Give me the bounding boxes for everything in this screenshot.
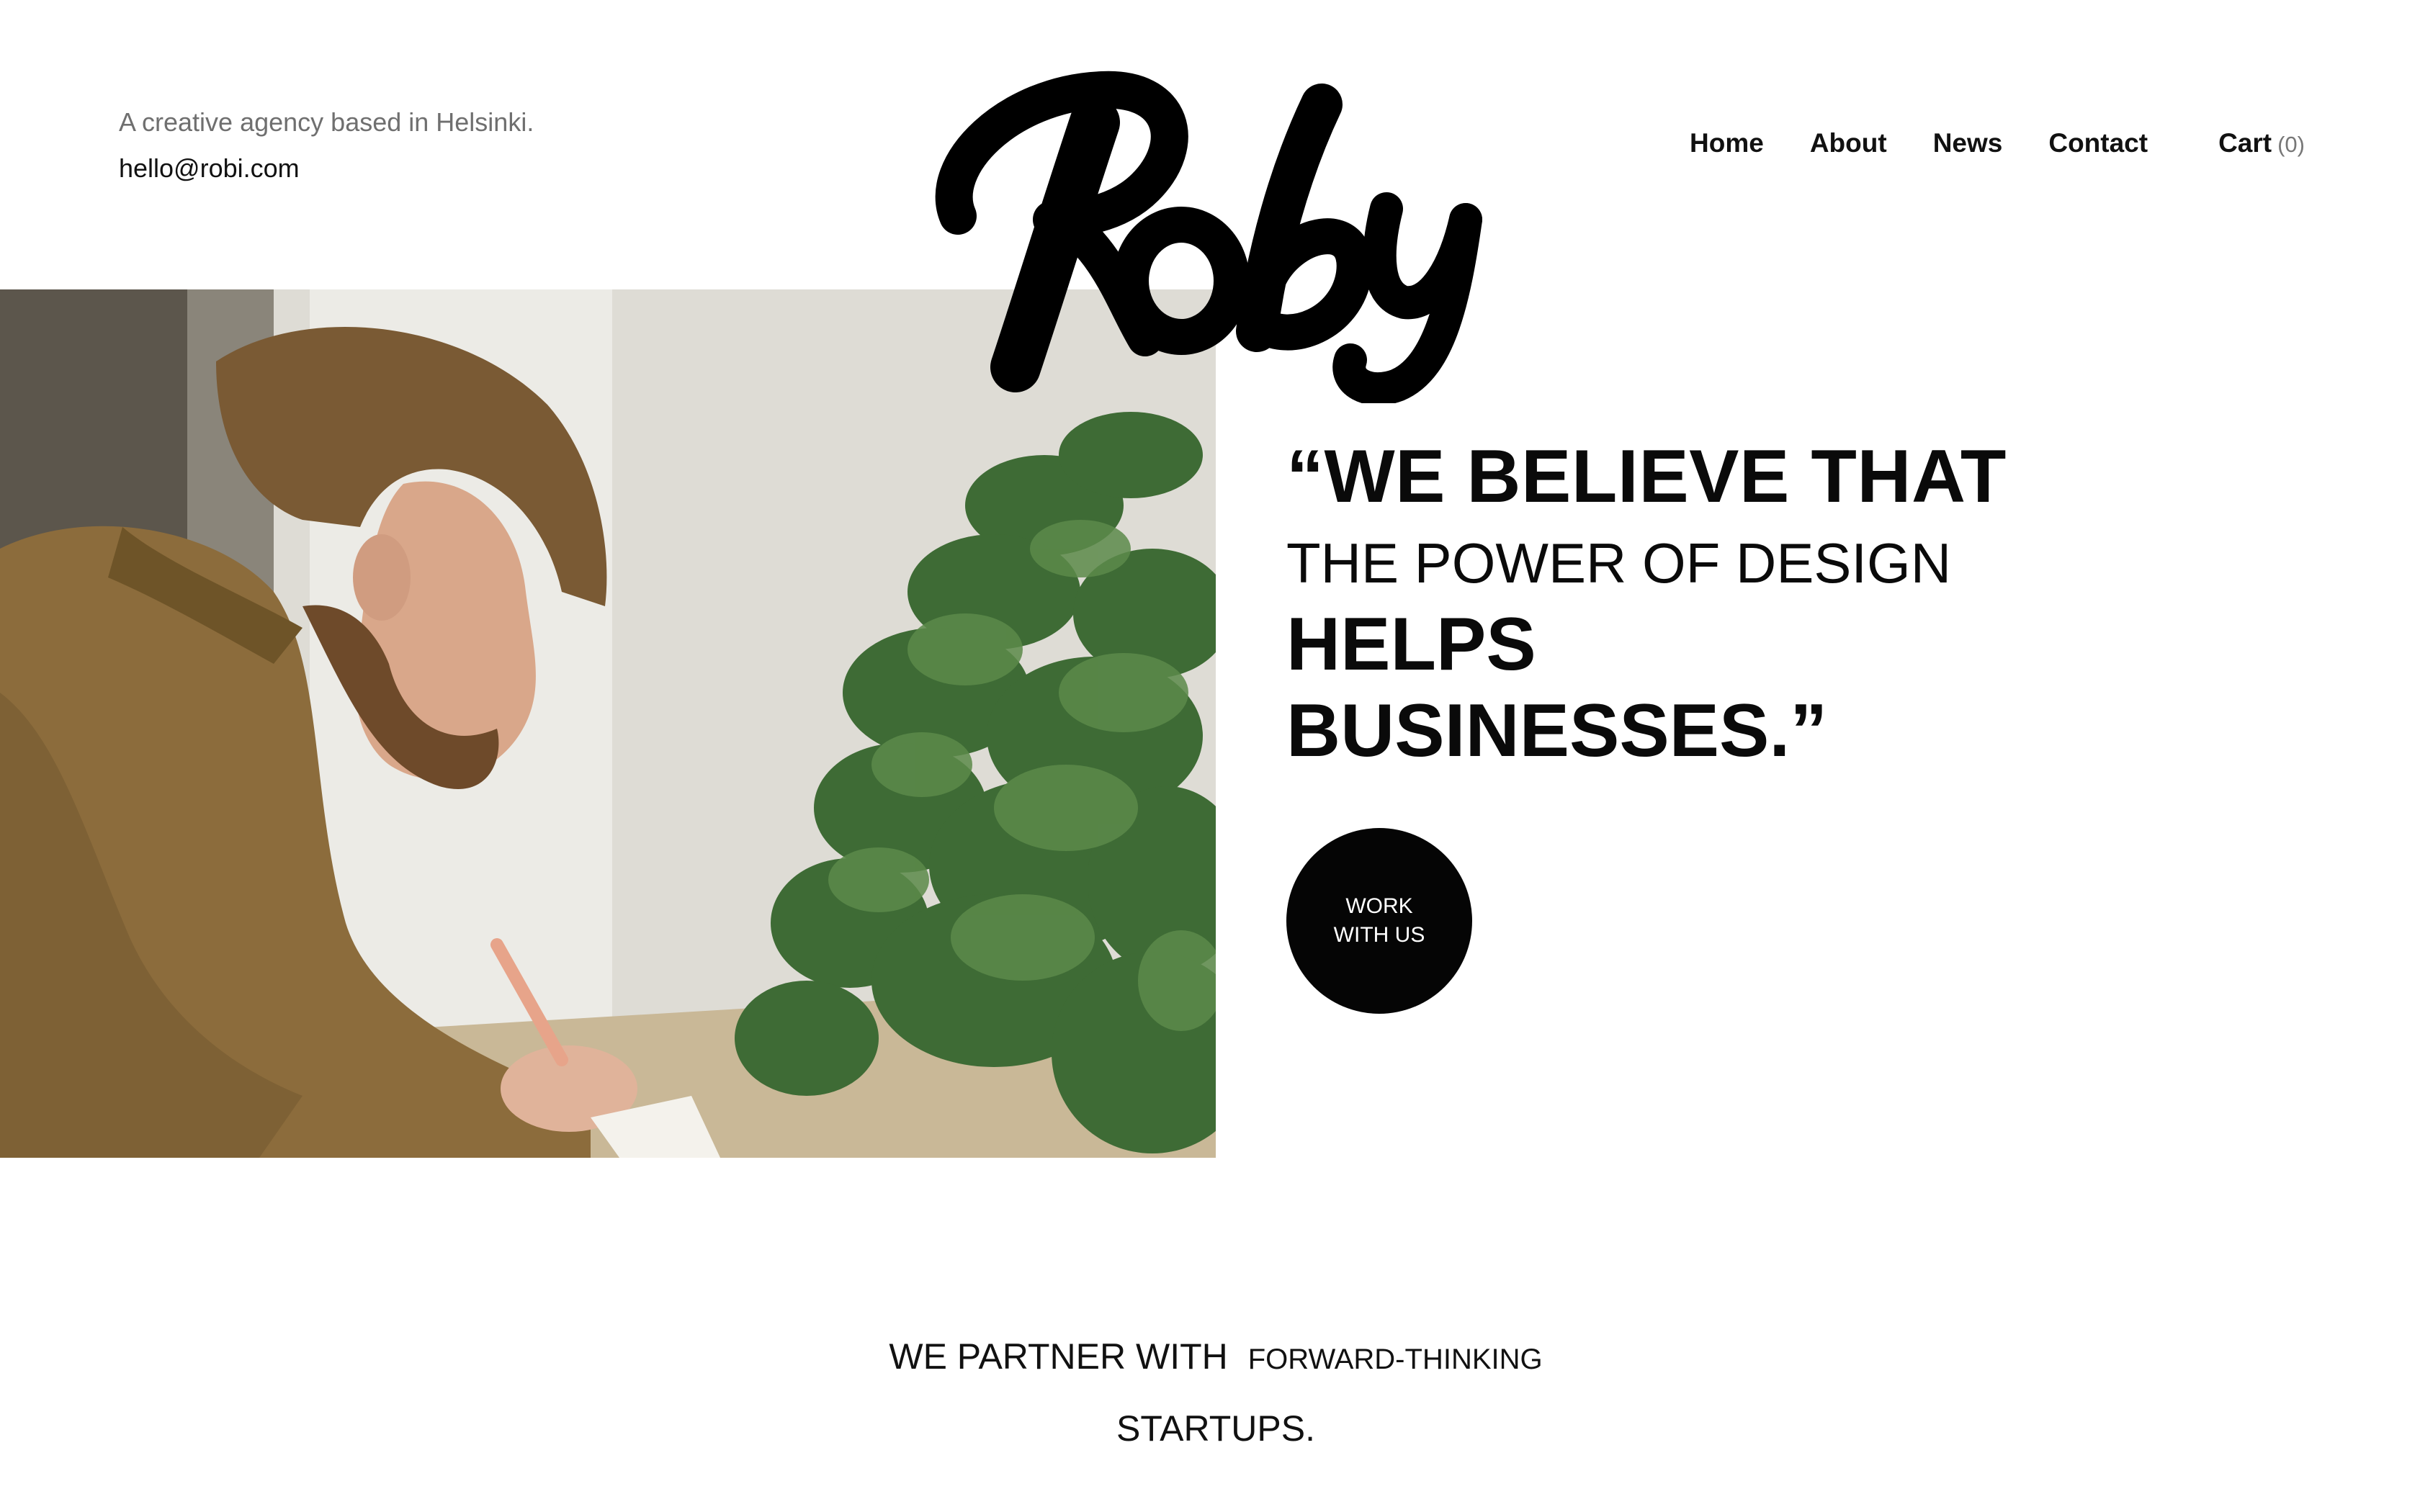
partner-text-3: STARTUPS.: [1116, 1408, 1315, 1449]
main-nav: Home About News Contact Cart (0): [1690, 128, 2305, 158]
quote-line-3: helps: [1286, 603, 1536, 686]
nav-news-link[interactable]: News: [1933, 128, 2003, 158]
cart-count: (0): [2277, 132, 2305, 157]
nav-home-link[interactable]: Home: [1690, 128, 1764, 158]
hero-photo: [0, 289, 1216, 1158]
quote-line-4: businesses.”: [1286, 689, 1828, 773]
cta-line-1: Work: [1345, 894, 1413, 918]
page: A creative agency based in Helsinki. hel…: [0, 0, 2420, 1512]
email-link[interactable]: hello@robi.com: [119, 153, 300, 184]
nav-contact-link[interactable]: Contact: [2048, 128, 2148, 158]
quote-line-2: the power of design: [1286, 531, 1952, 595]
hero-quote: “We believe that the power of design hel…: [1286, 432, 2007, 773]
cart-button[interactable]: Cart (0): [2218, 128, 2305, 158]
partner-line-1: WE PARTNER WITH FORWARD-THINKING: [0, 1336, 2420, 1377]
partner-text-2: FORWARD-THINKING: [1247, 1344, 1543, 1375]
agency-tagline: A creative agency based in Helsinki.: [119, 107, 534, 137]
partner-text-1: WE PARTNER WITH: [889, 1336, 1228, 1377]
cta-line-2: with us: [1333, 923, 1425, 947]
nav-about-link[interactable]: About: [1810, 128, 1887, 158]
work-with-us-button[interactable]: Work with us: [1286, 828, 1472, 1014]
partner-statement: WE PARTNER WITH FORWARD-THINKING STARTUPS…: [0, 1336, 2420, 1449]
quote-line-1: “We believe that: [1286, 435, 2007, 518]
roby-logo[interactable]: [929, 65, 1505, 403]
cart-label: Cart: [2218, 128, 2272, 158]
